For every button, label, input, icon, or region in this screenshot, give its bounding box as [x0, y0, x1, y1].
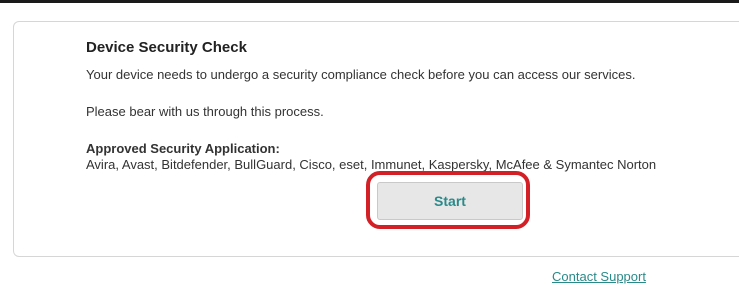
- approved-apps-list: Avira, Avast, Bitdefender, BullGuard, Ci…: [86, 157, 657, 172]
- description-text: Your device needs to undergo a security …: [86, 67, 636, 82]
- start-button[interactable]: Start: [377, 182, 523, 220]
- contact-support-link[interactable]: Contact Support: [552, 269, 646, 284]
- approved-apps-label: Approved Security Application:: [86, 141, 280, 156]
- top-border: [0, 0, 739, 3]
- patience-note: Please bear with us through this process…: [86, 104, 324, 119]
- page-title: Device Security Check: [86, 39, 247, 56]
